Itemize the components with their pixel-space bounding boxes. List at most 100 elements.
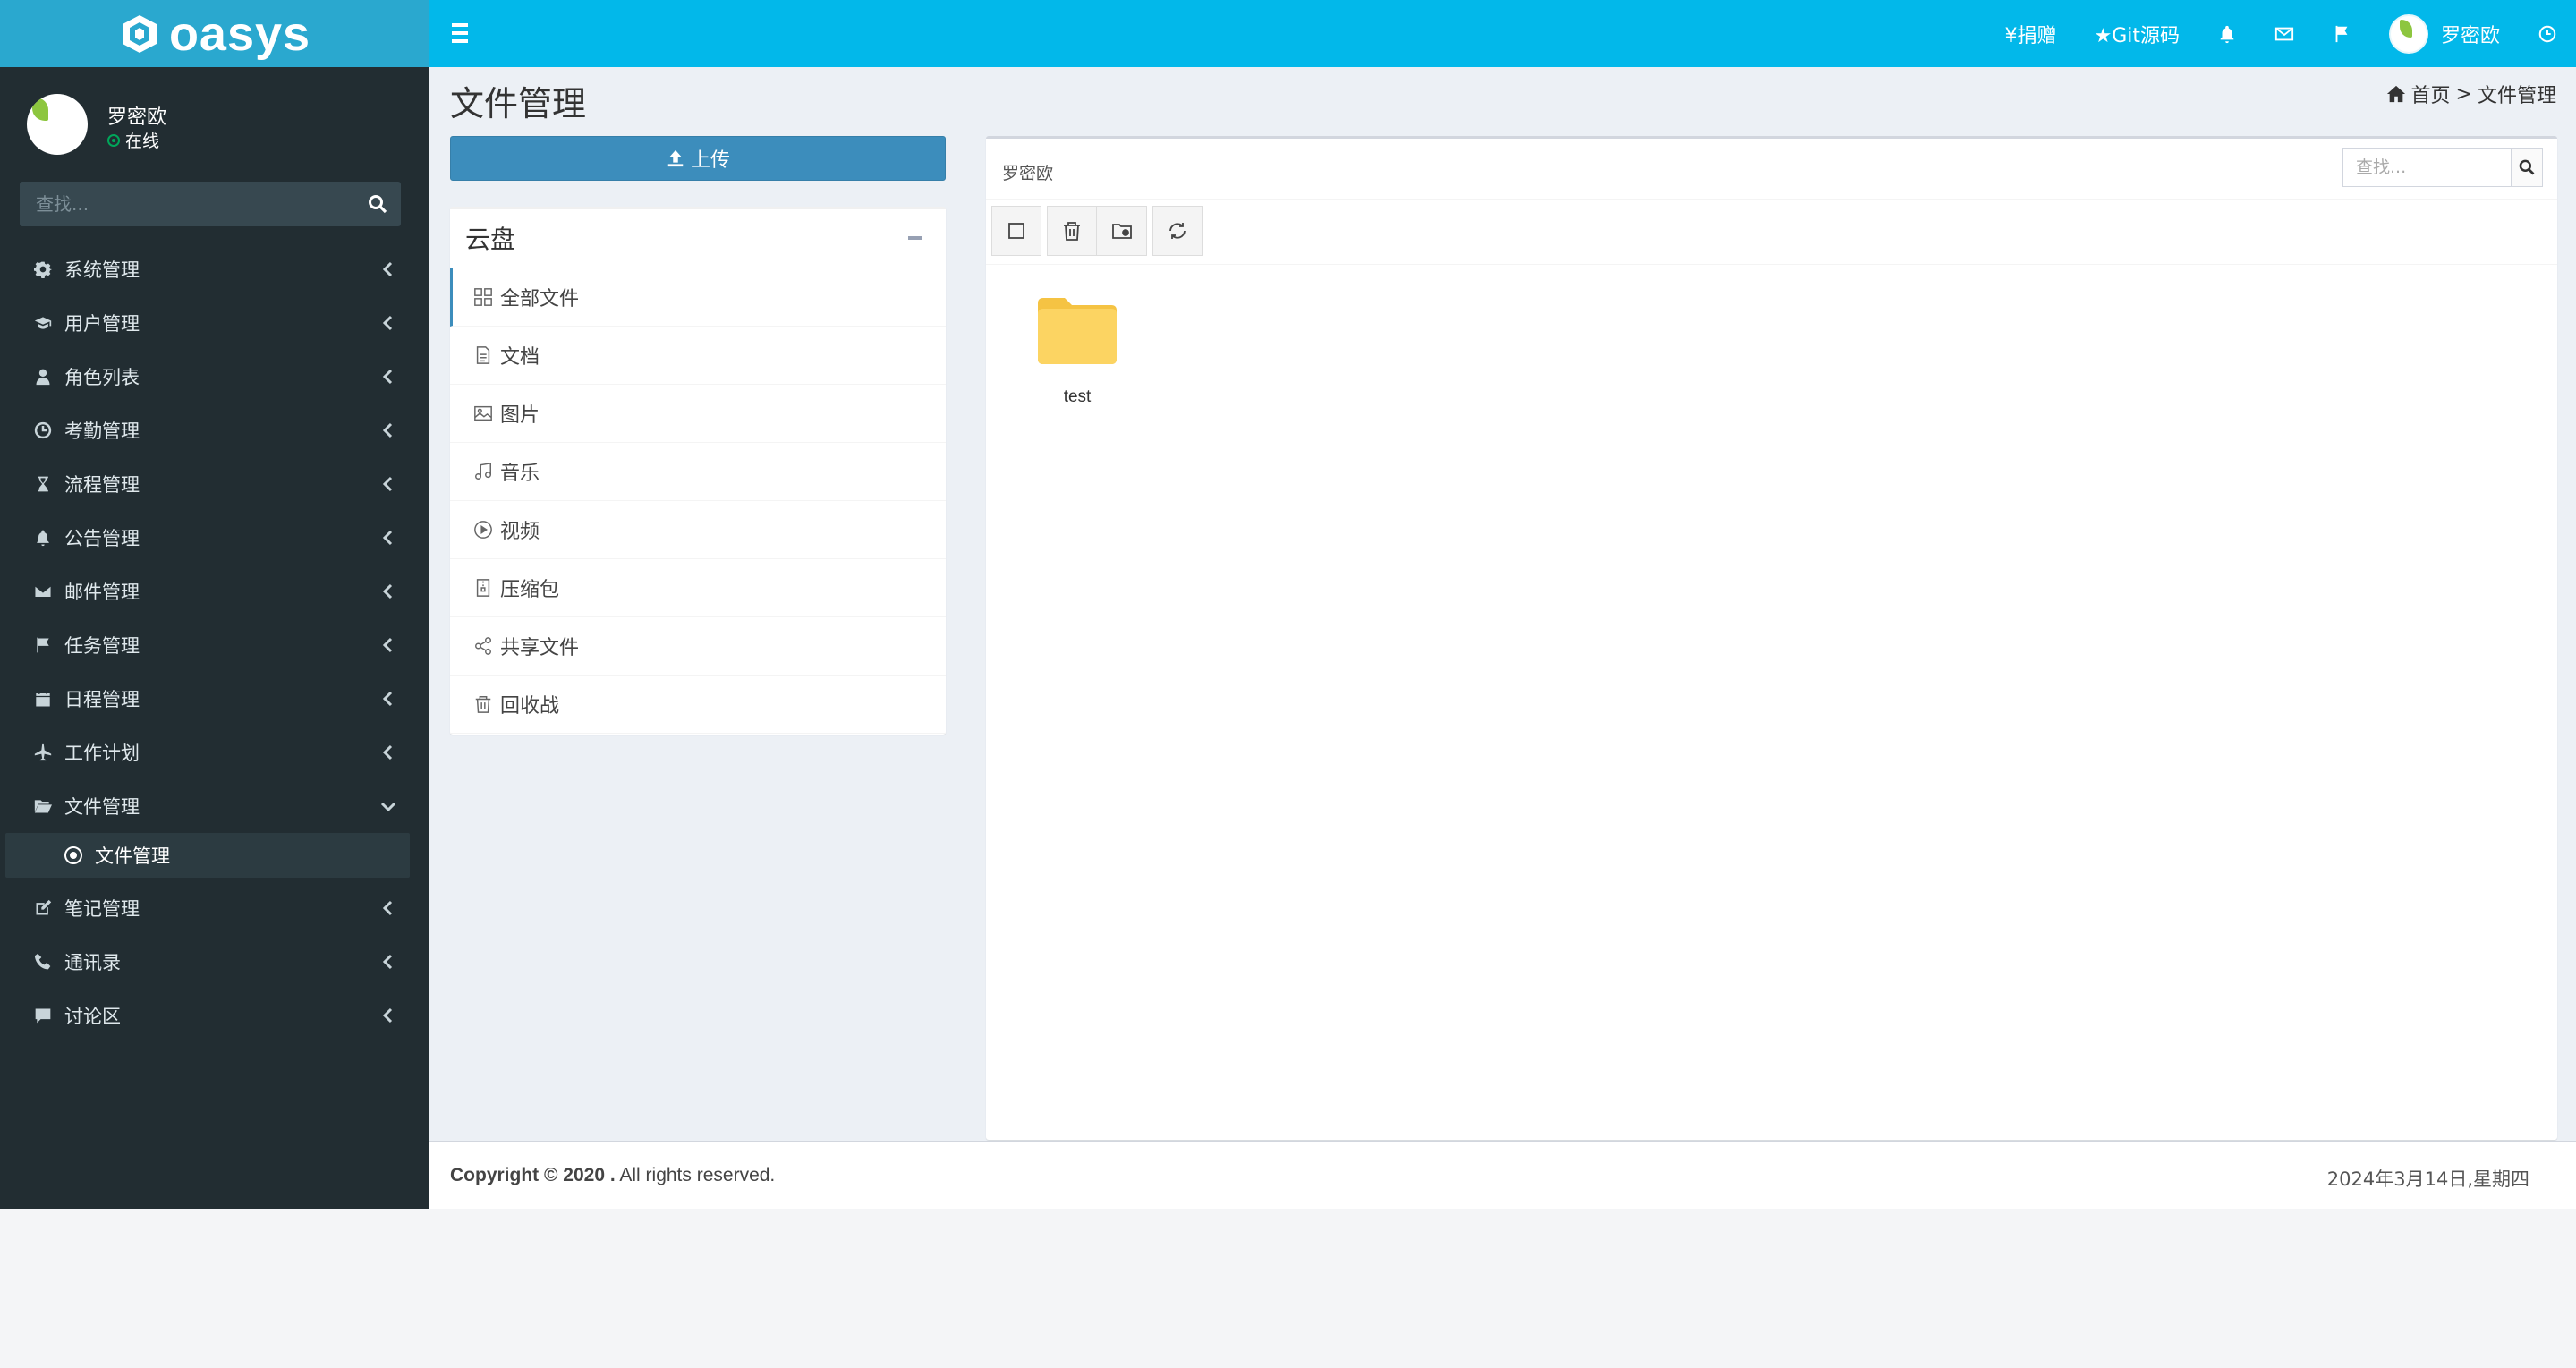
sidebar-subitem-label: 文件管理	[95, 845, 170, 867]
sidebar-item-mail[interactable]: 邮件管理	[0, 565, 429, 618]
sidebar-item-files[interactable]: 文件管理	[0, 779, 429, 833]
folder-item[interactable]: test	[1033, 298, 1122, 407]
flag-icon	[37, 637, 49, 653]
top-navbar: ¥捐赠 ★Git源码 罗密欧	[429, 0, 2576, 67]
main-content: 文件管理 首页 > 文件管理 上传 云盘 全部文件 文档 图片 音乐 视频 压缩…	[429, 67, 2576, 1141]
cloud-disk-panel: 云盘 全部文件 文档 图片 音乐 视频 压缩包 共享文件 回收战	[450, 207, 946, 735]
sidebar-item-announcements[interactable]: 公告管理	[0, 511, 429, 565]
sidebar-item-process[interactable]: 流程管理	[0, 457, 429, 511]
file-browser-panel: 罗密欧 查找... test	[986, 136, 2557, 1140]
phone-icon	[34, 953, 51, 970]
music-icon	[475, 462, 491, 480]
messages-button[interactable]	[2256, 0, 2313, 67]
cloud-item-music[interactable]: 音乐	[450, 443, 946, 501]
footer-date: 2024年3月14日,星期四	[2326, 1168, 2529, 1190]
envelope-icon	[2274, 27, 2294, 40]
user-status-label: 在线	[125, 132, 160, 151]
cloud-item-label: 回收战	[500, 695, 560, 718]
sidebar-toggle-button[interactable]	[447, 18, 478, 48]
gear-icon	[34, 261, 52, 278]
delete-button[interactable]	[1047, 206, 1097, 256]
plane-icon	[34, 743, 52, 761]
sidebar-item-label: 流程管理	[64, 474, 140, 496]
sidebar-item-label: 笔记管理	[64, 898, 140, 920]
sidebar-item-users[interactable]: 用户管理	[0, 296, 429, 350]
cloud-item-recycle[interactable]: 回收战	[450, 676, 946, 734]
edit-icon	[36, 899, 52, 915]
sidebar-search-input[interactable]	[20, 182, 342, 226]
sidebar-item-notes[interactable]: 笔记管理	[0, 881, 429, 935]
chevron-left-icon	[382, 530, 393, 546]
copyright-bold: Copyright © 2020 .	[450, 1165, 616, 1185]
sidebar-item-discussion[interactable]: 讨论区	[0, 989, 429, 1042]
breadcrumb: 首页 > 文件管理	[2386, 80, 2556, 108]
collapse-button[interactable]	[908, 236, 922, 240]
select-all-checkbox[interactable]	[991, 206, 1041, 256]
sidebar-item-label: 角色列表	[64, 367, 140, 388]
notifications-button[interactable]	[2198, 0, 2256, 67]
donate-link[interactable]: ¥捐赠	[1985, 0, 2075, 67]
git-source-link[interactable]: ★Git源码	[2075, 0, 2198, 67]
chevron-left-icon	[382, 583, 393, 599]
copyright-rest: All rights reserved.	[615, 1165, 776, 1185]
sidebar-item-label: 日程管理	[64, 689, 140, 710]
online-status-icon	[107, 133, 120, 147]
sidebar-user-name: 罗密欧	[107, 106, 167, 129]
sidebar-item-tasks[interactable]: 任务管理	[0, 618, 429, 672]
image-icon	[474, 405, 492, 421]
sidebar-item-system[interactable]: 系统管理	[0, 242, 429, 296]
folder-name: test	[1063, 387, 1092, 406]
page-title: 文件管理	[450, 84, 587, 123]
folder-open-icon	[34, 800, 52, 813]
cloud-item-videos[interactable]: 视频	[450, 501, 946, 559]
upload-button[interactable]: 上传	[450, 136, 946, 181]
envelope-icon	[34, 584, 52, 599]
sidebar-item-label: 工作计划	[64, 743, 140, 764]
sidebar-item-roles[interactable]: 角色列表	[0, 350, 429, 404]
clock-icon	[34, 421, 52, 439]
cloud-item-shared[interactable]: 共享文件	[450, 617, 946, 676]
sidebar-item-label: 文件管理	[64, 796, 140, 818]
sidebar-menu: 系统管理 用户管理 角色列表 考勤管理 流程管理 公告管理 邮件管理 任务管理 …	[0, 242, 429, 1042]
clock-button[interactable]	[2519, 0, 2576, 67]
sidebar-item-contacts[interactable]: 通讯录	[0, 935, 429, 989]
user-icon	[36, 369, 50, 386]
user-menu[interactable]: 罗密欧	[2370, 0, 2519, 67]
refresh-icon	[1169, 223, 1186, 239]
chevron-left-icon	[382, 315, 393, 331]
cloud-category-list: 全部文件 文档 图片 音乐 视频 压缩包 共享文件 回收战	[450, 268, 946, 734]
chevron-down-icon	[380, 802, 396, 812]
search-icon[interactable]	[367, 193, 388, 215]
cloud-item-label: 视频	[500, 521, 540, 543]
folder-icon	[1038, 298, 1117, 364]
grid-icon	[474, 288, 492, 306]
chevron-left-icon	[382, 1007, 393, 1024]
cloud-item-documents[interactable]: 文档	[450, 327, 946, 385]
sidebar-item-label: 用户管理	[64, 313, 140, 335]
new-folder-button[interactable]	[1097, 206, 1147, 256]
comment-icon	[35, 1008, 51, 1024]
sidebar-item-label: 通讯录	[64, 952, 121, 973]
sidebar-item-attendance[interactable]: 考勤管理	[0, 404, 429, 457]
file-search-button[interactable]	[2511, 148, 2543, 187]
cloud-item-archives[interactable]: 压缩包	[450, 559, 946, 617]
sidebar-item-schedule[interactable]: 日程管理	[0, 672, 429, 726]
sidebar: 罗密欧 在线 系统管理 用户管理 角色列表	[0, 67, 429, 1209]
git-source-label: ★Git源码	[2094, 24, 2180, 47]
file-search	[2342, 148, 2543, 187]
file-search-input[interactable]	[2342, 148, 2511, 187]
breadcrumb-home-link[interactable]: 首页	[2411, 80, 2451, 108]
cloud-item-images[interactable]: 图片	[450, 385, 946, 443]
user-name: 罗密欧	[2440, 24, 2500, 47]
search-icon	[2519, 159, 2535, 175]
chevron-left-icon	[382, 900, 393, 916]
clock-icon	[2538, 25, 2556, 42]
refresh-button[interactable]	[1152, 206, 1203, 256]
sidebar-item-work-plan[interactable]: 工作计划	[0, 726, 429, 779]
cloud-item-all-files[interactable]: 全部文件	[450, 268, 946, 327]
tasks-button[interactable]	[2313, 0, 2370, 67]
sidebar-subitem-file-management[interactable]: 文件管理	[5, 833, 410, 878]
current-path[interactable]: 罗密欧	[1002, 160, 1053, 184]
app-logo[interactable]: oasys	[0, 0, 429, 67]
cloud-item-label: 文档	[500, 346, 540, 369]
